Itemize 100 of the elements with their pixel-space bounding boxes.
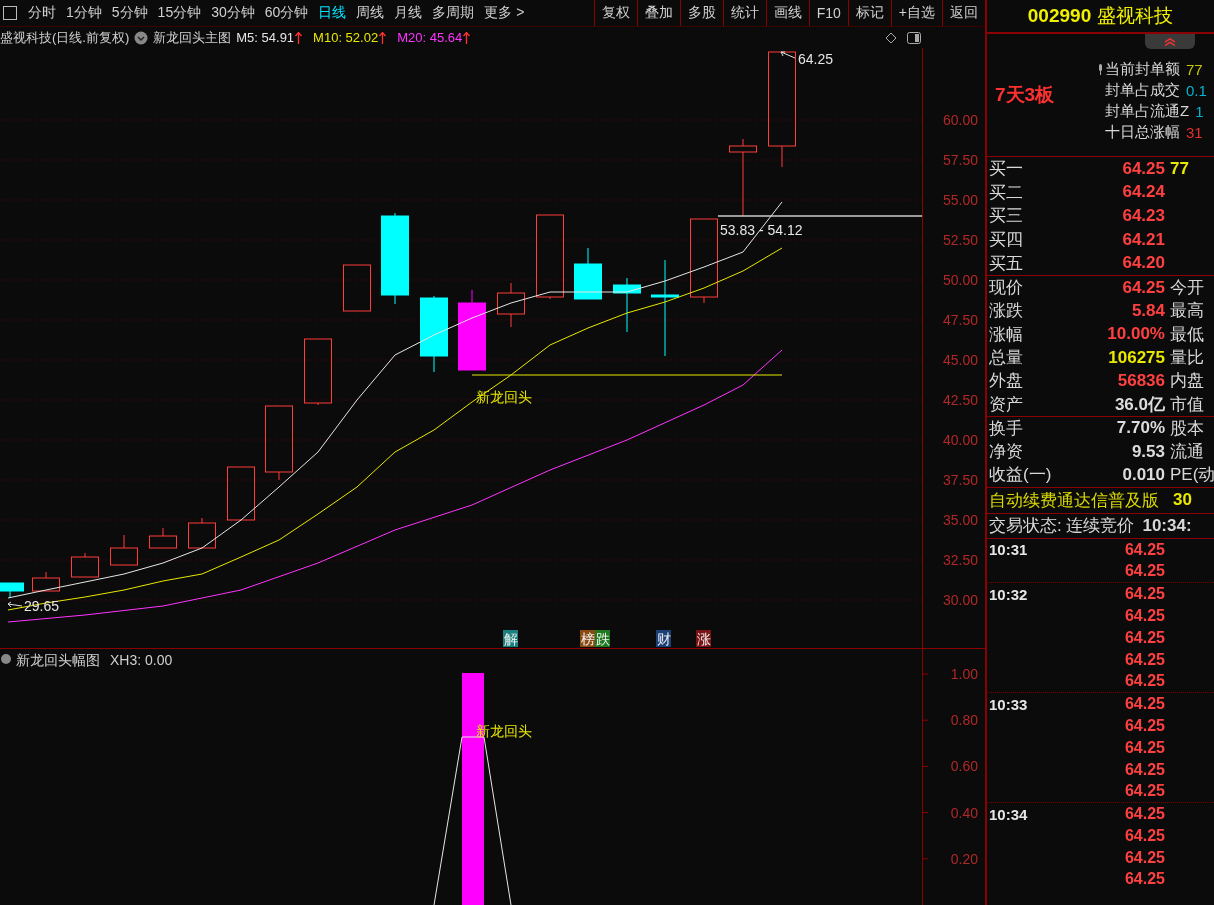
field-label: PE(动 [1169,464,1214,487]
period-tab[interactable]: 更多 > [479,4,530,22]
toolbar-button[interactable]: 画线 [765,0,809,26]
toolbar-button[interactable]: 叠加 [636,0,680,26]
tick-price: 64.25 [1123,695,1165,714]
field-label: 市值 [1169,393,1205,416]
candlestick [574,247,602,300]
limit-up-streak: 7天3板 [995,83,1056,107]
indicator-name: 新龙回头主图 [153,28,232,47]
candlestick [149,527,177,549]
event-badge[interactable]: 榜 [580,630,595,647]
pointer-icon [780,51,796,59]
period-tab[interactable]: 月线 [389,4,428,22]
period-tab[interactable]: 分时 [23,4,61,22]
box-icon[interactable] [3,6,17,20]
field-label: 外盘 [989,370,1024,393]
up-arrow-icon [295,31,303,44]
chart-title: 盛视科技(日线.前复权) [0,28,130,47]
toolbar-button[interactable]: 统计 [722,0,766,26]
axis-label: 0.20 [950,850,978,867]
field-value: 5.84 [1130,300,1165,321]
event-badge[interactable]: 财 [656,630,671,647]
period-tab[interactable]: 5分钟 [106,4,153,22]
field-label: 净资 [989,441,1024,464]
toolbar-button[interactable]: +自选 [890,0,942,26]
axis-label: 42.50 [942,392,978,408]
low-price-label: 29.65 [24,598,60,614]
period-tab[interactable]: 30分钟 [206,4,260,22]
period-tab[interactable]: 15分钟 [152,4,207,22]
field-label: 流通 [1169,441,1205,464]
field-label: 量比 [1169,347,1205,369]
tick-price: 64.25 [1123,585,1165,604]
moving-average-value: M20: 45.64 [397,30,463,45]
field-value: 64.23 [1121,206,1165,226]
field-label: 买四 [989,229,1024,252]
up-arrow-icon [379,31,387,44]
field-label: 买一 [989,158,1024,181]
toolbar-button[interactable]: 标记 [847,0,891,26]
stat-label: 十日总涨幅 [1105,123,1180,142]
period-tab[interactable]: 日线 [313,4,352,22]
field-label: 内盘 [1169,370,1205,393]
status-time: 10:34: [1142,515,1192,536]
tick-price: 64.25 [1123,870,1165,889]
candlestick [497,282,525,328]
toolbar-button[interactable]: 复权 [593,0,637,26]
tick-price: 64.25 [1123,716,1165,735]
axis-label: 50.00 [942,272,978,288]
axis-label: 45.00 [942,352,978,368]
tick-time: 10:31 [989,541,1029,559]
tick-price: 64.25 [1123,826,1165,845]
toolbar-button[interactable]: 多股 [679,0,723,26]
period-tab[interactable]: 多周期 [427,4,480,22]
toolbar-button[interactable]: 返回 [942,0,985,26]
axis-label: 0.40 [950,804,978,821]
tick-price: 64.25 [1123,606,1165,625]
moving-average-value: M5: 54.91 [236,30,295,45]
axis-label: 60.00 [942,112,978,128]
event-badge[interactable]: 涨 [696,630,711,647]
axis-label: 35.00 [942,512,978,528]
field-value: 64.25 [1121,277,1165,298]
diamond-icon[interactable] [885,31,897,44]
stat-value: 31 [1186,124,1203,141]
indicator-reading: XH3: 0.00 [110,652,173,668]
field-value: 36.0亿 [1113,393,1165,416]
up-arrow-icon [463,31,471,44]
candlestick [110,534,138,566]
field-label: 收益(一) [989,464,1053,487]
period-tab[interactable]: 1分钟 [61,4,107,22]
field-value: 64.25 [1121,158,1165,179]
event-badge[interactable]: 跌 [595,630,610,647]
high-price-label: 64.25 [798,51,834,67]
candlestick [71,552,99,578]
period-tab[interactable]: 60分钟 [259,4,314,22]
pin-icon [1098,63,1103,76]
tick-time: 10:34 [989,805,1029,823]
axis-label: 37.50 [942,472,978,488]
toolbar-button[interactable]: F10 [808,0,848,26]
stat-value: 77 [1186,61,1203,78]
axis-label: 1.00 [950,666,978,682]
collapse-button[interactable] [1145,34,1195,49]
candlestick [32,571,60,592]
panel-toggle-icon[interactable] [907,31,921,44]
axis-label: 32.50 [942,552,978,568]
period-tab[interactable]: 周线 [351,4,390,22]
field-value: 0.010 [1121,465,1165,485]
stat-value: 0.1 [1186,82,1207,99]
dropdown-icon[interactable] [134,30,149,45]
field-label: 股本 [1169,417,1205,440]
axis-label: 40.00 [942,432,978,448]
sub-chart-title: 新龙回头幅图 [16,652,100,668]
field-label: 涨幅 [989,323,1024,346]
field-value: 56836 [1116,370,1165,391]
tick-price: 64.25 [1123,540,1165,559]
field-value: 10.00% [1106,324,1165,345]
event-badge[interactable]: 解 [503,630,518,647]
field-label: 现价 [989,277,1024,300]
candlestick [304,338,332,406]
stat-label: 封单占流通Z [1105,102,1190,121]
tick-price: 64.25 [1123,738,1165,757]
dropdown-icon[interactable] [1,654,11,664]
